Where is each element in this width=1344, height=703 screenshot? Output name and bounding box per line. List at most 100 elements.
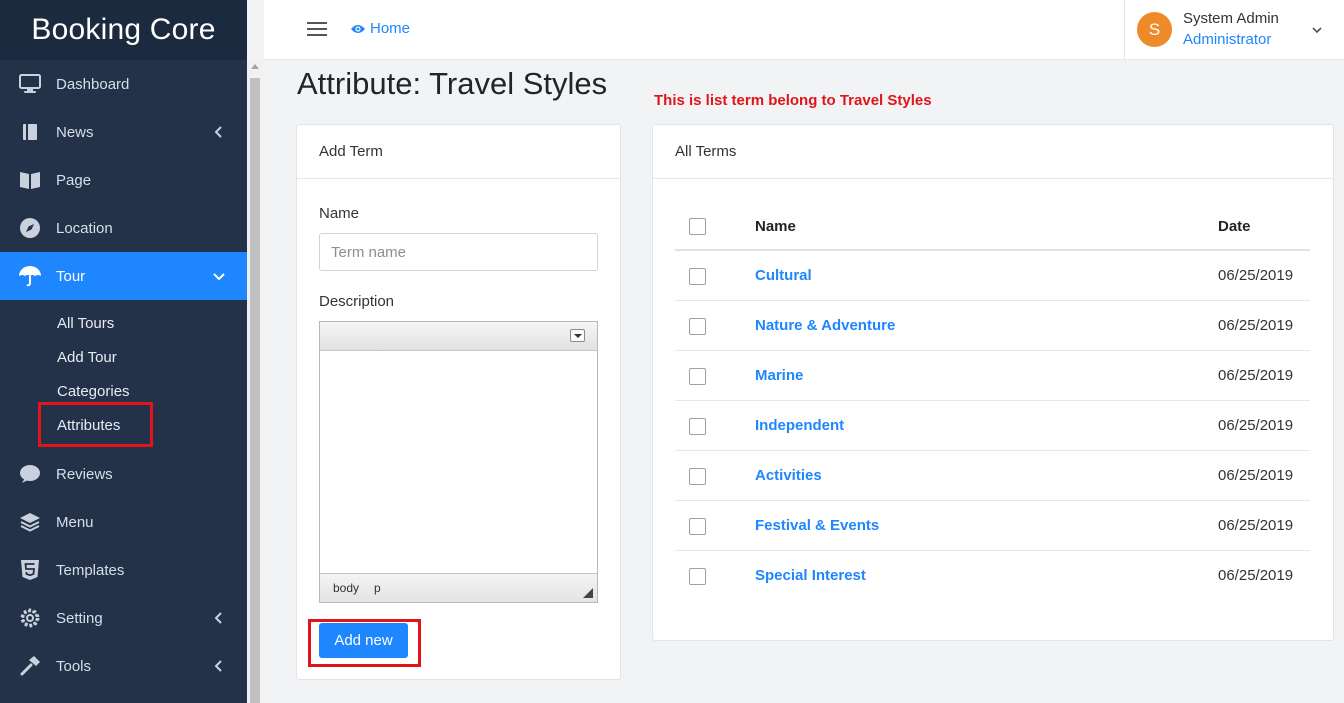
- row-checkbox[interactable]: [689, 468, 706, 485]
- sidebar-item-label: Location: [56, 219, 113, 237]
- term-date: 06/25/2019: [1218, 317, 1294, 334]
- home-link-label: Home: [370, 20, 411, 37]
- user-menu[interactable]: S System Admin Administrator: [1124, 0, 1344, 60]
- add-term-heading: Add Term: [297, 125, 620, 179]
- submenu-item-add-tour[interactable]: Add Tour: [0, 340, 247, 374]
- editor-toolbar-dropdown[interactable]: [570, 329, 585, 342]
- sidebar-item-label: Tools: [56, 657, 92, 675]
- gear-icon: [18, 606, 42, 630]
- hammer-icon: [18, 654, 42, 678]
- term-name-link[interactable]: Cultural: [755, 267, 812, 284]
- table-row: Nature & Adventure 06/25/2019: [675, 301, 1310, 351]
- sidebar-menu: Dashboard News Page Location Tour: [0, 60, 247, 300]
- sidebar-item-tour[interactable]: Tour: [0, 252, 247, 300]
- sidebar-item-label: Dashboard: [56, 75, 130, 93]
- term-name-input[interactable]: [319, 233, 598, 271]
- sidebar-item-news[interactable]: News: [0, 108, 247, 156]
- sidebar-item-reviews[interactable]: Reviews: [0, 450, 247, 498]
- term-name-link[interactable]: Marine: [755, 367, 803, 384]
- sidebar-item-label: Page: [56, 171, 92, 189]
- editor-statusbar: body p: [320, 573, 597, 602]
- user-name: System Admin: [1183, 10, 1279, 27]
- html5-icon: [18, 558, 42, 582]
- user-role: Administrator: [1183, 31, 1272, 48]
- highlight-box: [308, 619, 421, 667]
- monitor-icon: [18, 72, 42, 96]
- sidebar-item-label: Templates: [56, 561, 125, 579]
- sidebar-item-tools[interactable]: Tools: [0, 642, 247, 690]
- term-date: 06/25/2019: [1218, 417, 1294, 434]
- annotation-note: This is list term belong to Travel Style…: [654, 92, 932, 109]
- table-row: Activities 06/25/2019: [675, 451, 1310, 501]
- submenu-item-all-tours[interactable]: All Tours: [0, 306, 247, 340]
- avatar: S: [1137, 12, 1172, 47]
- sidebar-item-page[interactable]: Page: [0, 156, 247, 204]
- submenu-item-attributes[interactable]: Attributes: [0, 402, 247, 447]
- column-header-name: Name: [755, 218, 796, 235]
- table-row: Cultural 06/25/2019: [675, 251, 1310, 301]
- table-header-row: Name Date: [675, 203, 1310, 251]
- add-term-card: Add Term Name Description body p Add new: [296, 124, 621, 680]
- tour-submenu: All Tours Add Tour Categories Attributes: [0, 300, 247, 450]
- chevron-down-icon[interactable]: [1311, 24, 1323, 36]
- page-title: Attribute: Travel Styles: [297, 66, 608, 101]
- column-header-date: Date: [1218, 218, 1251, 235]
- editor-path-body[interactable]: body: [333, 581, 359, 595]
- sidebar-item-label: News: [56, 123, 94, 141]
- sidebar-menu-lower: Reviews Menu Templates Setting Tools: [0, 450, 247, 690]
- chevron-left-icon: [214, 660, 222, 672]
- topbar: Home S System Admin Administrator: [264, 0, 1344, 60]
- book-icon: [18, 120, 42, 144]
- chevron-down-icon: [213, 273, 225, 281]
- term-date: 06/25/2019: [1218, 367, 1294, 384]
- sidebar: Booking Core Dashboard News Page Locatio…: [0, 0, 247, 703]
- row-checkbox[interactable]: [689, 418, 706, 435]
- sidebar-item-label: Reviews: [56, 465, 113, 483]
- sidebar-item-dashboard[interactable]: Dashboard: [0, 60, 247, 108]
- compass-icon: [18, 216, 42, 240]
- open-book-icon: [18, 168, 42, 192]
- home-link[interactable]: Home: [350, 20, 410, 37]
- sidebar-item-setting[interactable]: Setting: [0, 594, 247, 642]
- sidebar-item-label: Setting: [56, 609, 103, 627]
- sidebar-item-templates[interactable]: Templates: [0, 546, 247, 594]
- brand-logo[interactable]: Booking Core: [0, 0, 247, 60]
- term-name-link[interactable]: Festival & Events: [755, 517, 879, 534]
- editor-path-p[interactable]: p: [374, 581, 381, 595]
- hamburger-menu-icon[interactable]: [307, 22, 327, 38]
- name-label: Name: [319, 205, 360, 222]
- description-editor[interactable]: body p: [319, 321, 598, 603]
- chevron-left-icon: [214, 612, 222, 624]
- term-name-link[interactable]: Special Interest: [755, 567, 866, 584]
- sidebar-item-label: Tour: [56, 267, 86, 285]
- sidebar-item-location[interactable]: Location: [0, 204, 247, 252]
- row-checkbox[interactable]: [689, 518, 706, 535]
- all-terms-heading: All Terms: [653, 125, 1333, 179]
- scrollbar-thumb[interactable]: [250, 78, 260, 703]
- sidebar-item-menu[interactable]: Menu: [0, 498, 247, 546]
- table-row: Festival & Events 06/25/2019: [675, 501, 1310, 551]
- term-name-link[interactable]: Nature & Adventure: [755, 317, 895, 334]
- eye-icon: [351, 24, 365, 33]
- layers-icon: [18, 510, 42, 534]
- term-date: 06/25/2019: [1218, 267, 1294, 284]
- table-row: Marine 06/25/2019: [675, 351, 1310, 401]
- umbrella-icon: [18, 264, 42, 288]
- row-checkbox[interactable]: [689, 268, 706, 285]
- select-all-checkbox[interactable]: [689, 218, 706, 235]
- row-checkbox[interactable]: [689, 318, 706, 335]
- row-checkbox[interactable]: [689, 568, 706, 585]
- sidebar-item-label: Menu: [56, 513, 94, 531]
- term-name-link[interactable]: Activities: [755, 467, 822, 484]
- term-date: 06/25/2019: [1218, 517, 1294, 534]
- term-name-link[interactable]: Independent: [755, 417, 844, 434]
- table-row: Special Interest 06/25/2019: [675, 551, 1310, 601]
- comment-icon: [18, 462, 42, 486]
- highlight-box: [38, 402, 153, 447]
- term-date: 06/25/2019: [1218, 567, 1294, 584]
- resize-handle-icon[interactable]: [583, 588, 593, 598]
- scroll-up-arrow-icon[interactable]: [251, 64, 259, 69]
- row-checkbox[interactable]: [689, 368, 706, 385]
- chevron-left-icon: [214, 126, 222, 138]
- table-row: Independent 06/25/2019: [675, 401, 1310, 451]
